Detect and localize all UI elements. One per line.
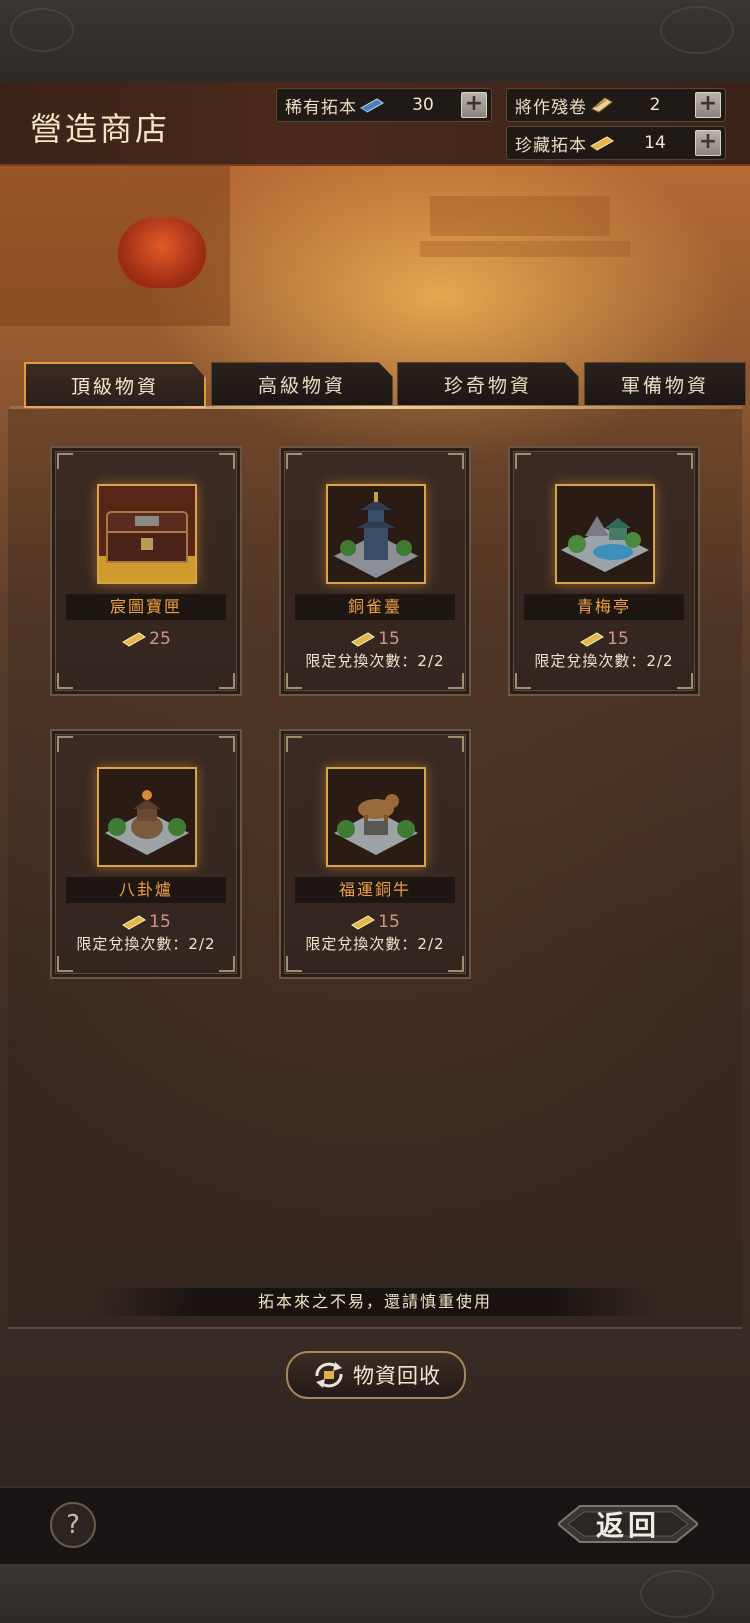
exchange-limit: 限定兌換次數：2/2 <box>534 652 674 670</box>
resource-label: 稀有拓本 <box>285 97 357 118</box>
tab-top-supplies[interactable]: 頂級物資 <box>24 362 206 408</box>
resource-collection-rubbing: 珍藏拓本 14 + <box>506 126 726 160</box>
bottom-bar: ? 返回 <box>0 1486 750 1566</box>
gold-book-icon <box>351 915 376 930</box>
tab-advanced-supplies[interactable]: 高級物資 <box>211 362 393 405</box>
cloud-ornament-icon <box>660 6 734 54</box>
exchange-limit: 限定兌換次數：2/2 <box>305 652 445 670</box>
cloud-ornament-icon <box>10 8 74 52</box>
add-rare-rubbing-button[interactable]: + <box>461 92 487 118</box>
resource-count: 2 <box>649 95 661 115</box>
price-value: 15 <box>149 912 171 932</box>
tab-military-supplies[interactable]: 軍備物資 <box>584 362 746 405</box>
treasure-chest-icon <box>97 484 197 584</box>
garden-pavilion-icon <box>555 484 655 584</box>
bottom-decor-band <box>0 1564 750 1623</box>
item-name: 宸圖寶匣 <box>66 594 226 620</box>
price-value: 15 <box>607 629 629 649</box>
add-collection-rubbing-button[interactable]: + <box>695 130 721 156</box>
cloud-ornament-icon <box>640 1570 714 1618</box>
tab-label: 高級物資 <box>257 374 346 397</box>
shop-item-card[interactable]: 青梅亭 15 限定兌換次數：2/2 <box>508 446 700 696</box>
usage-notice: 拓本來之不易，還請慎重使用 <box>90 1288 660 1316</box>
resource-count: 14 <box>644 133 666 153</box>
tab-label: 珍奇物資 <box>443 374 532 397</box>
bagua-furnace-icon <box>97 767 197 867</box>
tab-label: 軍備物資 <box>620 374 709 397</box>
top-decor-band <box>0 0 750 82</box>
recycle-supplies-button[interactable]: 物資回收 <box>286 1351 466 1399</box>
gold-book-icon <box>590 136 614 151</box>
tab-label: 頂級物資 <box>70 375 159 398</box>
panel-divider <box>8 1327 742 1329</box>
item-name: 八卦爐 <box>66 877 226 903</box>
page-title: 營造商店 <box>30 110 171 148</box>
back-button[interactable]: 返回 <box>558 1500 698 1548</box>
add-scroll-fragment-button[interactable]: + <box>695 92 721 118</box>
pagoda-building-icon <box>326 484 426 584</box>
lantern-icon <box>118 218 206 288</box>
bronze-ox-icon <box>326 767 426 867</box>
blue-book-icon <box>360 98 384 113</box>
recycle-icon <box>315 1362 343 1388</box>
item-price: 25 <box>52 628 240 650</box>
item-name: 福運銅牛 <box>295 877 455 903</box>
resource-scroll-fragment: 將作殘卷 2 + <box>506 88 726 122</box>
gold-book-icon <box>122 915 147 930</box>
item-price: 15 <box>510 628 698 650</box>
exchange-limit: 限定兌換次數：2/2 <box>305 935 445 953</box>
item-name: 青梅亭 <box>524 594 684 620</box>
back-label: 返回 <box>595 1509 660 1542</box>
shop-item-card[interactable]: 銅雀臺 15 限定兌換次數：2/2 <box>279 446 471 696</box>
help-button[interactable]: ? <box>50 1502 96 1548</box>
resource-label: 珍藏拓本 <box>515 135 587 156</box>
pagoda-roof-silhouette <box>420 241 630 257</box>
item-name: 銅雀臺 <box>295 594 455 620</box>
item-price: 15 <box>281 628 469 650</box>
exchange-limit: 限定兌換次數：2/2 <box>76 935 216 953</box>
resource-count: 30 <box>412 95 434 115</box>
shop-item-card[interactable]: 宸圖寶匣 25 <box>50 446 242 696</box>
gold-book-icon <box>351 632 376 647</box>
gold-book-icon <box>580 632 605 647</box>
gold-book-icon <box>122 632 147 647</box>
pagoda-roof-silhouette <box>430 196 610 236</box>
recycle-label: 物資回收 <box>353 1364 441 1388</box>
shop-header: 營造商店 稀有拓本 30 + 將作殘卷 2 + 珍藏拓本 14 + <box>0 82 750 166</box>
item-price: 15 <box>52 911 240 933</box>
tab-rare-supplies[interactable]: 珍奇物資 <box>397 362 579 405</box>
shop-item-card[interactable]: 八卦爐 15 限定兌換次數：2/2 <box>50 729 242 979</box>
price-value: 25 <box>149 629 171 649</box>
resource-label: 將作殘卷 <box>515 97 587 118</box>
item-price: 15 <box>281 911 469 933</box>
resource-rare-rubbing: 稀有拓本 30 + <box>276 88 492 122</box>
shop-item-card[interactable]: 福運銅牛 15 限定兌換次數：2/2 <box>279 729 471 979</box>
price-value: 15 <box>378 629 400 649</box>
scroll-fragment-icon <box>591 97 613 113</box>
price-value: 15 <box>378 912 400 932</box>
